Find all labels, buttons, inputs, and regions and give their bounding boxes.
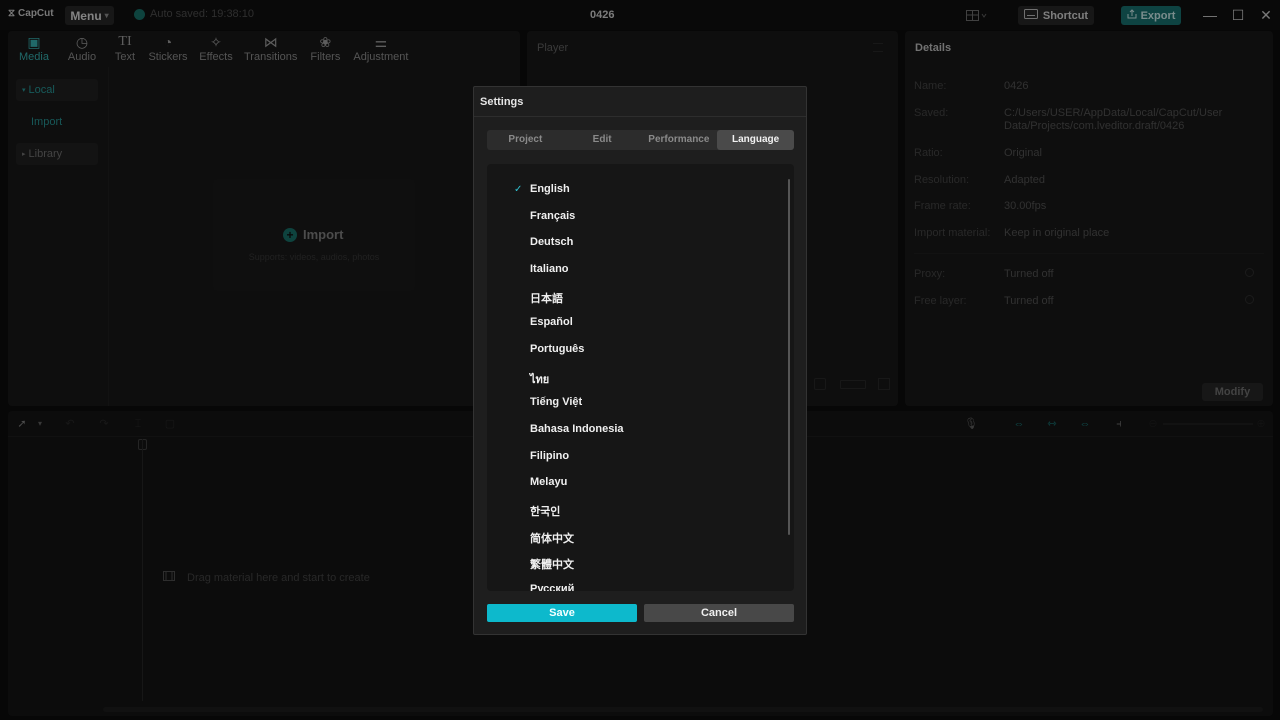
language-option-traditional-chinese[interactable]: 繁體中文 (530, 556, 574, 572)
language-option-vietnamese[interactable]: Tiếng Việt (530, 396, 582, 408)
language-list-scrollbar[interactable] (788, 179, 790, 535)
check-icon: ✓ (514, 184, 523, 195)
language-option-spanish[interactable]: Español (530, 316, 573, 328)
language-option-french[interactable]: Français (530, 210, 575, 222)
settings-dialog: Settings Project Edit Performance Langua… (473, 86, 807, 635)
tab-project[interactable]: Project (487, 130, 564, 150)
language-option-japanese[interactable]: 日本語 (530, 290, 563, 306)
language-option-malay[interactable]: Melayu (530, 476, 567, 488)
settings-title: Settings (480, 96, 524, 108)
language-option-italian[interactable]: Italiano (530, 263, 569, 275)
language-option-russian[interactable]: Русский (530, 583, 574, 591)
tab-performance[interactable]: Performance (641, 130, 718, 150)
settings-header: Settings (474, 87, 806, 117)
language-option-simplified-chinese[interactable]: 简体中文 (530, 530, 574, 546)
language-option-korean[interactable]: 한국인 (530, 503, 560, 519)
language-option-german[interactable]: Deutsch (530, 236, 573, 248)
language-option-filipino[interactable]: Filipino (530, 450, 569, 462)
tab-language[interactable]: Language (717, 130, 794, 150)
cancel-button[interactable]: Cancel (644, 604, 794, 622)
settings-tabs: Project Edit Performance Language (487, 130, 794, 150)
language-option-english[interactable]: English (530, 183, 570, 195)
tab-edit[interactable]: Edit (564, 130, 641, 150)
language-option-thai[interactable]: ไทย (530, 370, 549, 388)
save-button[interactable]: Save (487, 604, 637, 622)
language-list: ✓ English Français Deutsch Italiano 日本語 … (487, 164, 794, 591)
language-option-portuguese[interactable]: Português (530, 343, 584, 355)
language-option-indonesian[interactable]: Bahasa Indonesia (530, 423, 624, 435)
